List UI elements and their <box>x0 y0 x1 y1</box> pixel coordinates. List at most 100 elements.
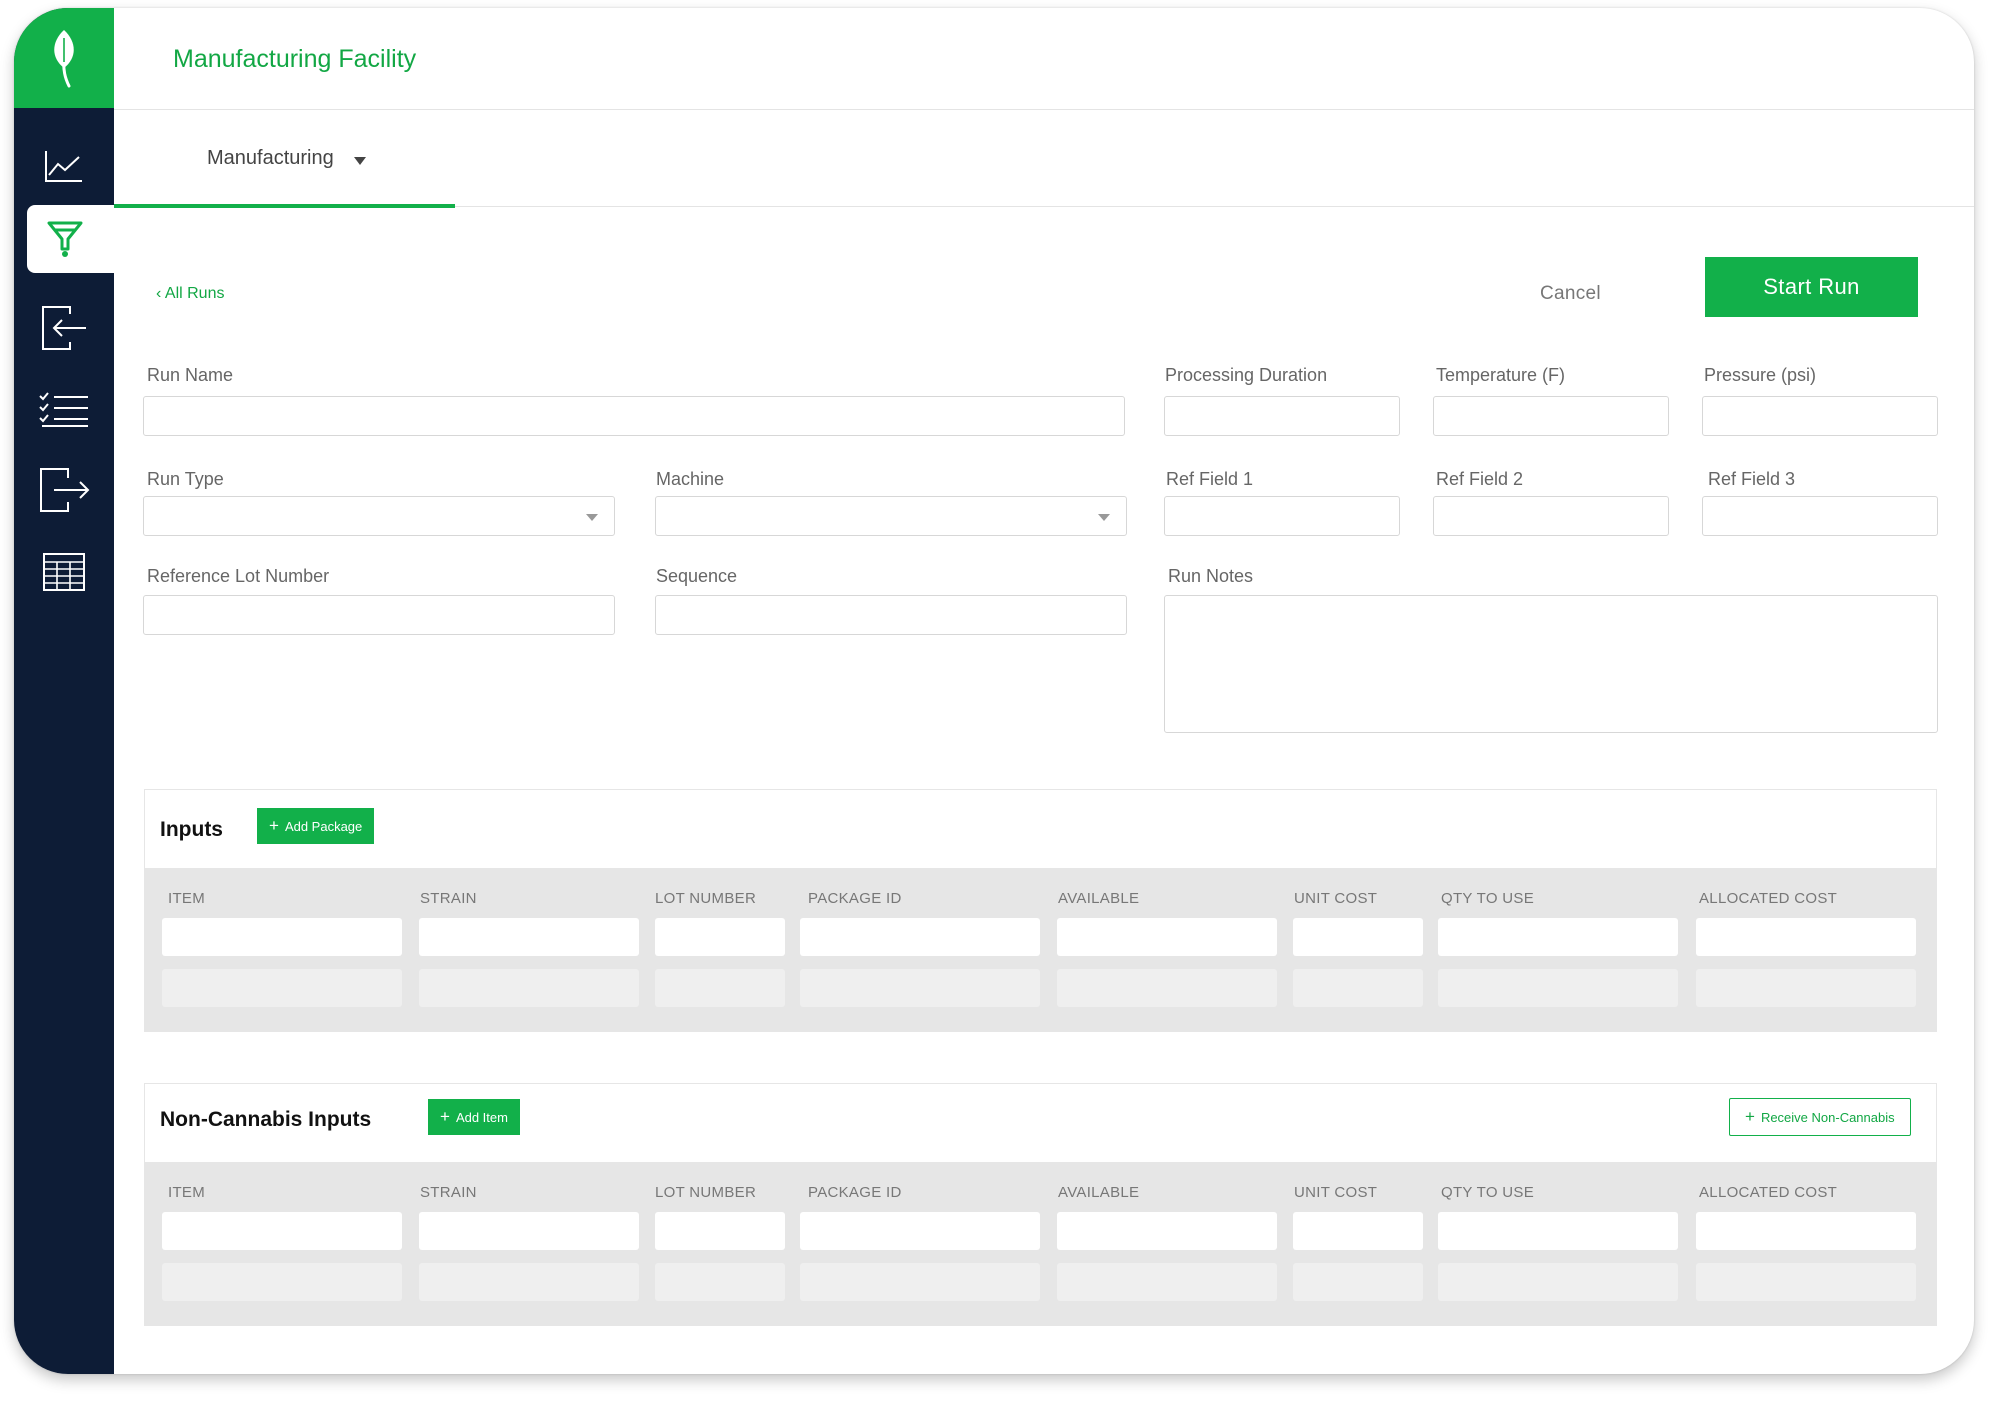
unit-cost-cell[interactable] <box>1293 918 1423 956</box>
ref-field-3-input[interactable] <box>1702 496 1938 536</box>
pressure-input[interactable] <box>1702 396 1938 436</box>
allocated-cost-cell[interactable] <box>1696 969 1916 1007</box>
qty-to-use-cell[interactable] <box>1438 1212 1678 1250</box>
reference-lot-number-label: Reference Lot Number <box>147 566 330 586</box>
unit-cost-cell[interactable] <box>1293 1212 1423 1250</box>
sidebar-item-ship[interactable] <box>14 456 114 524</box>
column-header: ITEM <box>168 1184 206 1201</box>
lot-number-cell[interactable] <box>655 1263 785 1301</box>
non-cannabis-inputs-title: Non-Cannabis Inputs <box>160 1108 372 1131</box>
column-header: PACKAGE ID <box>808 1184 902 1201</box>
available-cell[interactable] <box>1057 969 1277 1007</box>
column-header: AVAILABLE <box>1058 1184 1140 1201</box>
add-package-button[interactable]: + Add Package <box>257 808 375 844</box>
ref-field-2-input[interactable] <box>1433 496 1669 536</box>
lot-number-cell[interactable] <box>655 918 785 956</box>
unit-cost-cell[interactable] <box>1293 969 1423 1007</box>
machine-label: Machine <box>656 469 725 489</box>
ref-field-3-label: Ref Field 3 <box>1708 469 1796 489</box>
column-header: STRAIN <box>420 1184 477 1201</box>
pressure-label: Pressure (psi) <box>1704 365 1817 385</box>
allocated-cost-cell[interactable] <box>1696 1263 1916 1301</box>
sign-in-icon <box>42 306 86 350</box>
run-name-input[interactable] <box>143 396 1125 436</box>
run-type-label: Run Type <box>147 469 224 489</box>
reference-lot-number-input[interactable] <box>143 595 615 635</box>
package-id-cell[interactable] <box>800 969 1040 1007</box>
qty-to-use-cell[interactable] <box>1438 1263 1678 1301</box>
qty-to-use-cell[interactable] <box>1438 969 1678 1007</box>
brand-logo[interactable] <box>14 8 114 108</box>
sidebar-item-analytics[interactable] <box>14 132 114 200</box>
item-cell[interactable] <box>162 969 402 1007</box>
app-window: Manufacturing Facility Manufacturing ‹ A… <box>14 8 1974 1374</box>
run-name-label: Run Name <box>147 365 234 385</box>
package-id-cell[interactable] <box>800 1263 1040 1301</box>
available-cell[interactable] <box>1057 1212 1277 1250</box>
caret-down-icon <box>354 157 366 165</box>
inputs-section: Inputs + Add Package ITEM STRAIN LOT NUM… <box>144 789 1937 1032</box>
item-cell[interactable] <box>162 1212 402 1250</box>
processing-duration-label: Processing Duration <box>1165 365 1328 385</box>
temperature-label: Temperature (F) <box>1436 365 1566 385</box>
item-cell[interactable] <box>162 918 402 956</box>
column-header: ITEM <box>168 890 206 907</box>
caret-down-icon <box>1098 514 1110 521</box>
sidebar-item-tasks[interactable] <box>14 376 114 444</box>
strain-cell[interactable] <box>419 969 639 1007</box>
strain-cell[interactable] <box>419 1212 639 1250</box>
allocated-cost-cell[interactable] <box>1696 1212 1916 1250</box>
tab-bar: Manufacturing <box>114 109 1974 208</box>
sidebar <box>14 8 114 1374</box>
lot-number-cell[interactable] <box>655 969 785 1007</box>
sign-out-icon <box>40 468 90 512</box>
facility-title[interactable]: Manufacturing Facility <box>173 45 416 74</box>
run-notes-label: Run Notes <box>1168 566 1254 586</box>
receive-non-cannabis-button[interactable]: + Receive Non-Cannabis <box>1729 1098 1911 1136</box>
column-header: ALLOCATED COST <box>1699 1184 1838 1201</box>
top-bar: Manufacturing Facility <box>114 8 1974 110</box>
allocated-cost-cell[interactable] <box>1696 918 1916 956</box>
available-cell[interactable] <box>1057 918 1277 956</box>
plus-icon: + <box>269 816 279 835</box>
lot-number-cell[interactable] <box>655 1212 785 1250</box>
processing-duration-input[interactable] <box>1164 396 1400 436</box>
run-notes-textarea[interactable] <box>1164 595 1938 733</box>
leaf-logo-icon <box>54 30 74 88</box>
package-id-cell[interactable] <box>800 918 1040 956</box>
column-header: QTY TO USE <box>1441 890 1535 907</box>
ref-field-1-label: Ref Field 1 <box>1166 469 1254 489</box>
sidebar-item-reports[interactable] <box>14 538 114 606</box>
column-header: QTY TO USE <box>1441 1184 1535 1201</box>
non-cannabis-table: ITEM STRAIN LOT NUMBER PACKAGE ID AVAILA… <box>145 1162 1936 1325</box>
qty-to-use-cell[interactable] <box>1438 918 1678 956</box>
unit-cost-cell[interactable] <box>1293 1263 1423 1301</box>
ref-field-1-input[interactable] <box>1164 496 1400 536</box>
line-chart-icon <box>45 151 82 182</box>
start-run-button[interactable]: Start Run <box>1705 257 1918 317</box>
table-icon <box>43 553 85 591</box>
column-header: PACKAGE ID <box>808 890 902 907</box>
machine-select[interactable] <box>655 496 1127 536</box>
run-type-select[interactable] <box>143 496 615 536</box>
strain-cell[interactable] <box>419 1263 639 1301</box>
column-header: AVAILABLE <box>1058 890 1140 907</box>
available-cell[interactable] <box>1057 1263 1277 1301</box>
add-item-label: Add Item <box>455 1109 508 1125</box>
strain-cell[interactable] <box>419 918 639 956</box>
column-header: UNIT COST <box>1294 1184 1378 1201</box>
all-runs-link[interactable]: ‹ All Runs <box>156 285 224 303</box>
cancel-button[interactable]: Cancel <box>1540 283 1601 305</box>
sidebar-item-manufacturing[interactable] <box>27 205 114 273</box>
sidebar-item-receive[interactable] <box>14 294 114 362</box>
column-header: LOT NUMBER <box>655 890 757 907</box>
sequence-input[interactable] <box>655 595 1127 635</box>
checklist-icon <box>39 392 88 427</box>
package-id-cell[interactable] <box>800 1212 1040 1250</box>
add-item-button[interactable]: + Add Item <box>428 1099 520 1135</box>
column-header: ALLOCATED COST <box>1699 890 1838 907</box>
column-header: UNIT COST <box>1294 890 1378 907</box>
tab-manufacturing[interactable]: Manufacturing <box>114 109 455 208</box>
temperature-input[interactable] <box>1433 396 1669 436</box>
item-cell[interactable] <box>162 1263 402 1301</box>
